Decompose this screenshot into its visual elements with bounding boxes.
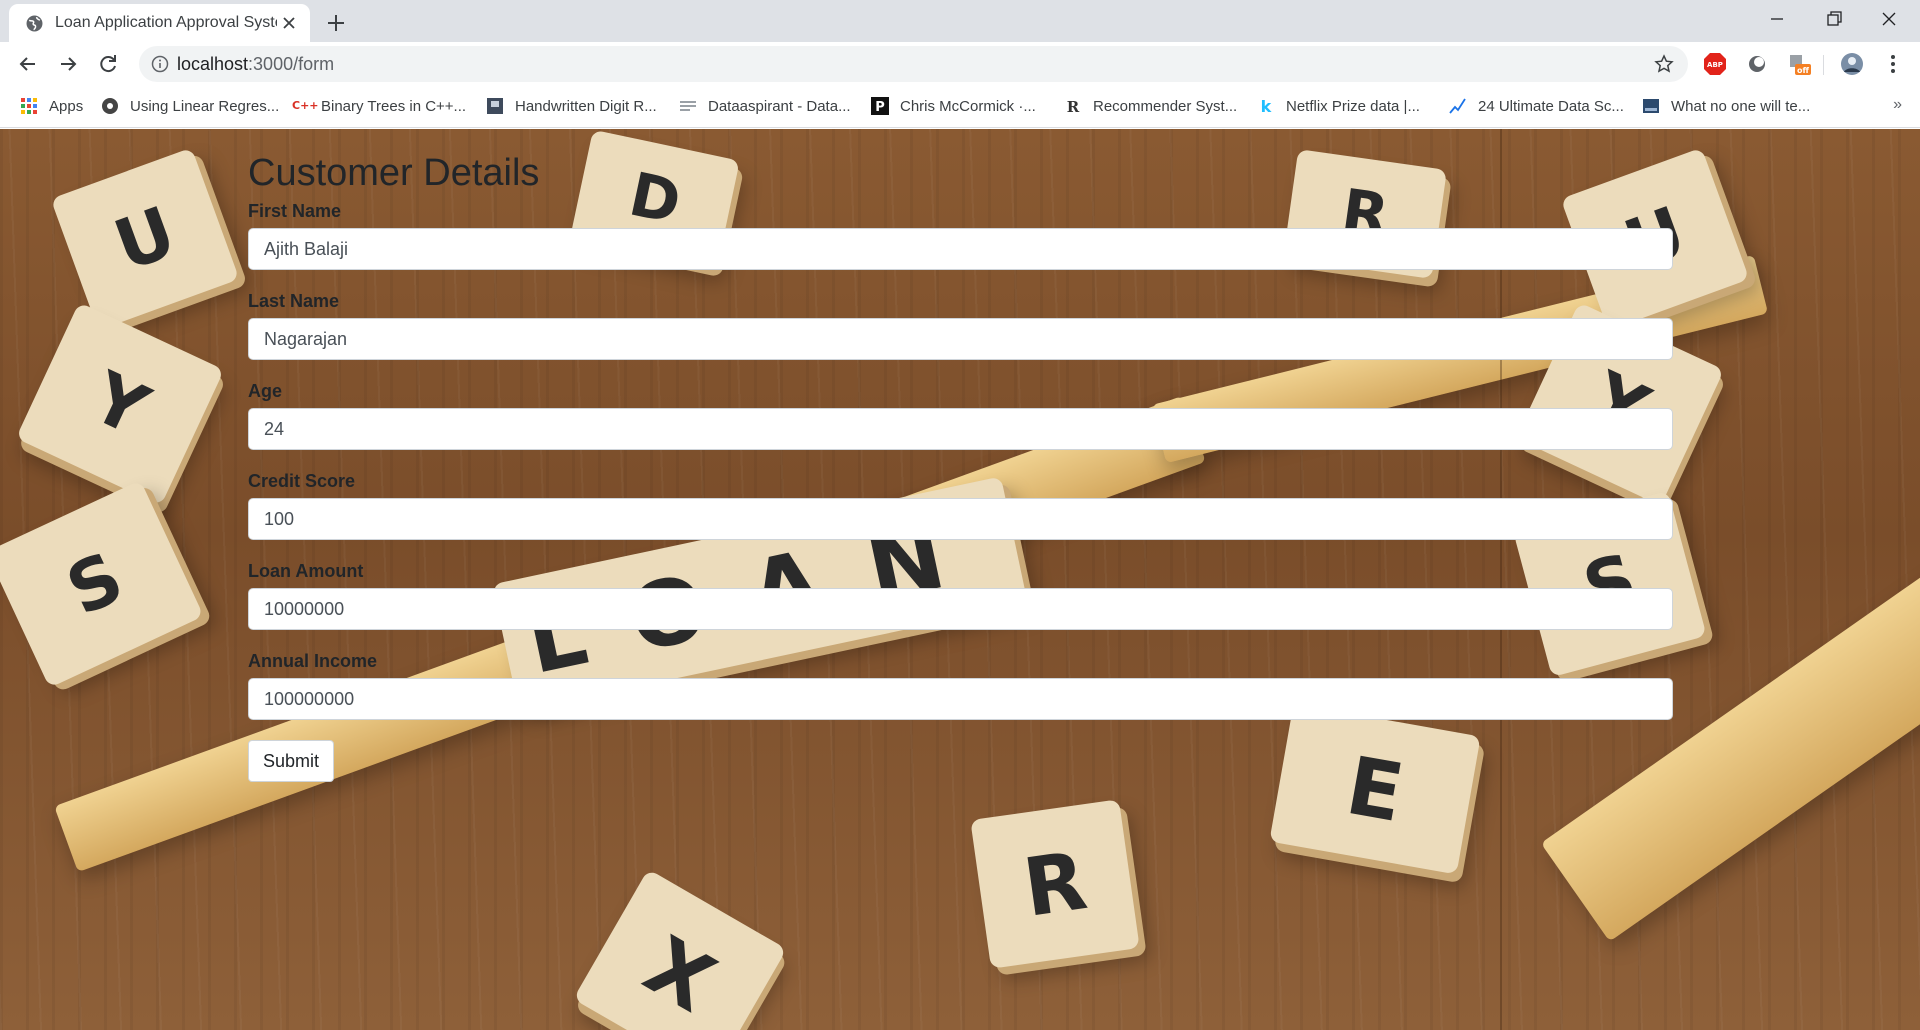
bookmark-netflix-prize[interactable]: k Netflix Prize data |... <box>1257 94 1420 118</box>
info-icon[interactable] <box>151 55 169 73</box>
more-bookmarks-chevron-icon[interactable]: » <box>1893 96 1902 114</box>
url-host: localhost <box>177 54 249 74</box>
bookmark-linear-regression[interactable]: Using Linear Regres... <box>101 94 279 118</box>
last-name-label: Last Name <box>248 291 340 311</box>
close-tab-icon[interactable] <box>279 13 299 33</box>
url-text: localhost:3000/form <box>177 54 334 75</box>
loan-amount-input[interactable] <box>248 588 1673 630</box>
bookmarks-bar: Apps Using Linear Regres... C++ Binary T… <box>0 86 1920 128</box>
age-input[interactable] <box>248 408 1673 450</box>
scrabble-tile-decoration: U <box>50 147 240 331</box>
bookmark-dataaspirant[interactable]: Dataaspirant - Data... <box>679 94 851 118</box>
credit-score-group: Credit Score <box>248 470 1673 540</box>
page-background: U Y S D R U Y S E R X LOAN Customer Deta… <box>0 129 1920 1030</box>
loan-amount-label: Loan Amount <box>248 561 364 581</box>
kaggle-favicon-icon: k <box>1261 97 1272 115</box>
svg-text:R: R <box>1067 98 1080 115</box>
chart-favicon-icon <box>1449 98 1466 114</box>
apps-grid-icon <box>21 98 37 114</box>
extension-circle-icon[interactable] <box>1745 52 1769 76</box>
adblock-icon[interactable]: ABP <box>1703 52 1727 76</box>
first-name-input[interactable] <box>248 228 1673 270</box>
bookmark-data-science[interactable]: 24 Ultimate Data Sc... <box>1449 94 1624 118</box>
loan-amount-group: Loan Amount <box>248 560 1673 630</box>
r-favicon-icon: R <box>1067 98 1080 115</box>
profile-avatar-icon[interactable] <box>1840 52 1864 76</box>
bookmark-label: Chris McCormick ·... <box>900 97 1036 115</box>
site-favicon-icon <box>487 98 503 114</box>
tab-strip: Loan Application Approval System <box>0 0 1920 42</box>
forward-arrow-icon[interactable] <box>54 50 82 78</box>
tab-title: Loan Application Approval System <box>55 14 277 31</box>
address-bar[interactable]: localhost:3000/form <box>139 46 1688 82</box>
url-path: :3000/form <box>248 54 335 74</box>
site-favicon-icon <box>102 98 118 114</box>
annual-income-label: Annual Income <box>248 651 378 671</box>
bookmark-label: Dataaspirant - Data... <box>708 97 851 115</box>
site-favicon-icon <box>1643 99 1659 113</box>
new-tab-icon[interactable] <box>322 9 350 37</box>
svg-text:P: P <box>875 100 885 115</box>
bookmark-label: Netflix Prize data |... <box>1286 97 1420 115</box>
credit-score-label: Credit Score <box>248 471 356 491</box>
bookmark-label: 24 Ultimate Data Sc... <box>1478 97 1624 115</box>
p-favicon-icon: P <box>871 97 889 115</box>
scrabble-tile-decoration: Y <box>15 302 225 506</box>
age-label: Age <box>248 381 283 401</box>
first-name-label: First Name <box>248 201 342 221</box>
bookmark-label: Apps <box>49 97 84 115</box>
bookmark-star-icon[interactable] <box>1654 54 1674 74</box>
menu-kebab-icon[interactable] <box>1881 52 1905 76</box>
bookmark-label: Recommender Syst... <box>1093 97 1238 115</box>
bookmark-handwritten-digit[interactable]: Handwritten Digit R... <box>486 94 657 118</box>
bookmark-chris-mccormick[interactable]: P Chris McCormick ·... <box>871 94 1036 118</box>
svg-text:k: k <box>1261 97 1272 115</box>
browser-tab[interactable]: Loan Application Approval System <box>9 4 310 42</box>
scrabble-tile-decoration: X <box>573 869 787 1030</box>
close-window-icon[interactable] <box>1862 4 1916 34</box>
annual-income-input[interactable] <box>248 678 1673 720</box>
svg-text:ABP: ABP <box>1707 61 1723 69</box>
bookmark-apps[interactable]: Apps <box>20 94 83 118</box>
bookmark-label: Binary Trees in C++... <box>321 97 467 115</box>
scrabble-tile-decoration: R <box>970 799 1140 969</box>
reload-icon[interactable] <box>94 50 122 78</box>
bookmark-recommender[interactable]: R Recommender Syst... <box>1064 94 1237 118</box>
scrabble-tile-decoration: S <box>0 480 204 688</box>
svg-text:off: off <box>1797 66 1809 75</box>
credit-score-input[interactable] <box>248 498 1673 540</box>
cpp-favicon-icon: C++ <box>292 99 319 112</box>
last-name-group: Last Name <box>248 290 1673 360</box>
browser-toolbar: localhost:3000/form ABP off <box>0 42 1920 86</box>
submit-button[interactable]: Submit <box>248 740 334 782</box>
customer-details-form: Customer Details First Name Last Name Ag… <box>248 151 1673 782</box>
form-heading: Customer Details <box>248 152 540 194</box>
bookmark-what-no-one[interactable]: What no one will te... <box>1642 94 1810 118</box>
bookmark-label: Using Linear Regres... <box>130 97 280 115</box>
first-name-group: First Name <box>248 200 1673 270</box>
back-arrow-icon[interactable] <box>14 50 42 78</box>
last-name-input[interactable] <box>248 318 1673 360</box>
site-favicon-icon <box>680 101 696 111</box>
bookmark-label: Handwritten Digit R... <box>515 97 657 115</box>
toolbar-separator <box>1823 55 1824 75</box>
minimize-icon[interactable] <box>1750 4 1804 34</box>
restore-icon[interactable] <box>1806 4 1860 34</box>
age-group: Age <box>248 380 1673 450</box>
globe-icon <box>26 15 43 32</box>
bookmark-binary-trees[interactable]: C++ Binary Trees in C++... <box>292 94 466 118</box>
honey-off-icon[interactable]: off <box>1787 52 1811 76</box>
annual-income-group: Annual Income <box>248 650 1673 720</box>
bookmark-label: What no one will te... <box>1671 97 1811 115</box>
